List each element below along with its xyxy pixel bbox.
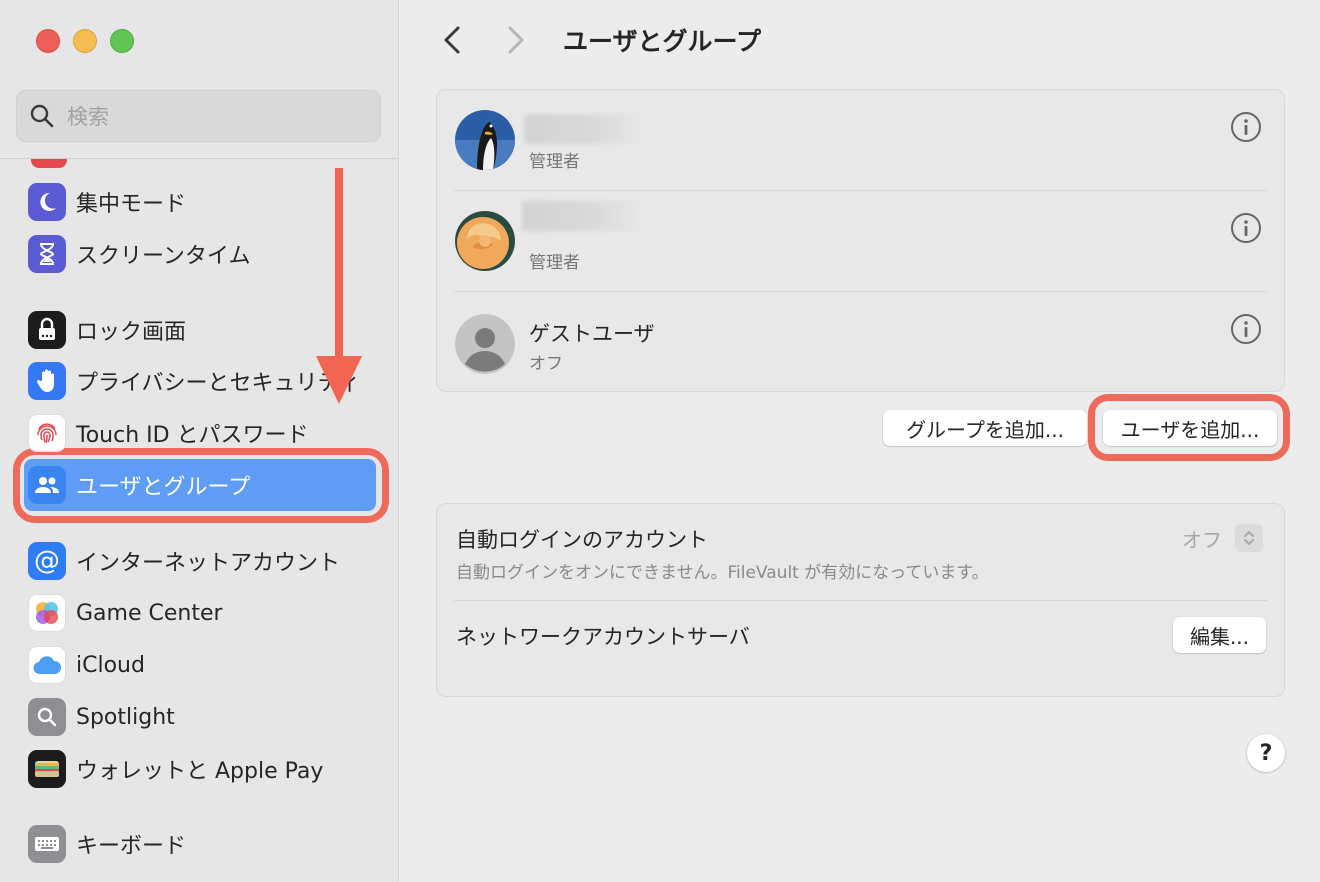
network-account-server-label: ネットワークアカウントサーバ (456, 625, 750, 649)
sidebar: 検索 集中モード スクリーンタイム ロック画面 プライバシーとセキュリティ To… (0, 0, 399, 882)
user-role: 管理者 (529, 253, 580, 273)
info-icon (1231, 314, 1261, 344)
user-role: 管理者 (529, 152, 580, 172)
auto-login-description: 自動ログインをオンにできません。FileVault が有効になっています。 (456, 563, 989, 583)
login-options: 自動ログインのアカウント 自動ログインをオンにできません。FileVault が… (436, 503, 1285, 697)
sidebar-item-label: ロック画面 (76, 320, 187, 345)
back-button[interactable] (438, 22, 468, 58)
close-window-button[interactable] (36, 29, 60, 53)
sidebar-item-users-groups[interactable]: ユーザとグループ (28, 463, 378, 507)
sidebar-item-label: キーボード (76, 834, 187, 859)
lock-icon (28, 311, 66, 349)
sidebar-item-label: ユーザとグループ (76, 475, 251, 500)
user-row-guest[interactable]: ゲストユーザ オフ (437, 292, 1284, 393)
fingerprint-icon (28, 414, 66, 452)
search-placeholder: 検索 (67, 105, 109, 129)
add-user-button[interactable]: ユーザを追加... (1103, 410, 1277, 446)
user-name-redacted (522, 201, 642, 231)
sidebar-item-label: Spotlight (76, 704, 175, 730)
sidebar-item-touch-id[interactable]: Touch ID とパスワード (28, 411, 378, 455)
info-icon (1231, 213, 1261, 243)
maximize-window-button[interactable] (110, 29, 134, 53)
info-button[interactable] (1230, 111, 1262, 143)
sidebar-item-label: 集中モード (76, 192, 187, 217)
wallet-icon (28, 750, 66, 788)
page-title: ユーザとグループ (563, 27, 762, 56)
chevron-right-icon (508, 26, 524, 54)
chevron-up-down-icon (1244, 531, 1254, 545)
info-button[interactable] (1230, 212, 1262, 244)
add-group-button[interactable]: グループを追加... (883, 410, 1087, 446)
sidebar-item-spotlight[interactable]: Spotlight (28, 695, 378, 739)
sidebar-item-label: iCloud (76, 652, 145, 678)
annotation-arrow (335, 168, 343, 368)
info-button[interactable] (1230, 313, 1262, 345)
sidebar-item-label: スクリーンタイム (76, 244, 251, 269)
sidebar-item-keyboard[interactable]: キーボード (28, 822, 378, 866)
rose-avatar (455, 211, 515, 271)
users-icon (28, 466, 66, 504)
scrolled-item-icon (31, 159, 67, 168)
sidebar-item-icloud[interactable]: iCloud (28, 643, 378, 687)
row-divider (454, 600, 1267, 601)
keyboard-icon (28, 825, 66, 863)
sidebar-divider (0, 158, 398, 159)
user-row[interactable]: 管理者 (437, 191, 1284, 292)
auto-login-popup[interactable] (1235, 524, 1263, 552)
sidebar-item-screen-time[interactable]: スクリーンタイム (28, 232, 378, 276)
sidebar-item-label: ウォレットと Apple Pay (76, 759, 324, 784)
moon-icon (28, 183, 66, 221)
help-button[interactable]: ? (1247, 734, 1285, 772)
minimize-window-button[interactable] (73, 29, 97, 53)
auto-login-value: オフ (1182, 528, 1222, 552)
game-center-icon (28, 594, 66, 632)
sidebar-item-wallet[interactable]: ウォレットと Apple Pay (28, 747, 378, 791)
guest-avatar (455, 314, 515, 374)
sidebar-item-label: Game Center (76, 600, 223, 626)
search-field[interactable]: 検索 (16, 90, 381, 142)
chevron-left-icon (444, 26, 460, 54)
cloud-icon (28, 646, 66, 684)
user-status: オフ (529, 354, 563, 374)
sidebar-item-label: インターネットアカウント (76, 551, 341, 576)
forward-button[interactable] (500, 22, 530, 58)
users-list: 管理者 管理者 ゲストユーザ オフ (436, 89, 1285, 392)
annotation-arrow-head (316, 356, 362, 404)
hourglass-icon (28, 235, 66, 273)
hand-icon (28, 362, 66, 400)
sidebar-item-focus[interactable]: 集中モード (28, 180, 378, 224)
sidebar-item-lock-screen[interactable]: ロック画面 (28, 308, 378, 352)
user-name-redacted (524, 114, 644, 144)
penguin-avatar (455, 110, 515, 170)
info-icon (1231, 112, 1261, 142)
edit-button[interactable]: 編集... (1173, 617, 1266, 653)
sidebar-item-label: Touch ID とパスワード (76, 423, 309, 448)
main-pane: ユーザとグループ 管理者 管理者 ゲストユーザ オフ グループを追加... ユー… (400, 0, 1320, 882)
sidebar-item-game-center[interactable]: Game Center (28, 591, 378, 635)
user-row[interactable]: 管理者 (437, 90, 1284, 191)
spotlight-icon (28, 698, 66, 736)
sidebar-item-internet-accounts[interactable]: @ インターネットアカウント (28, 539, 378, 583)
user-name: ゲストユーザ (529, 322, 655, 346)
auto-login-label: 自動ログインのアカウント (456, 528, 708, 552)
search-icon (30, 104, 54, 128)
at-icon: @ (28, 542, 66, 580)
